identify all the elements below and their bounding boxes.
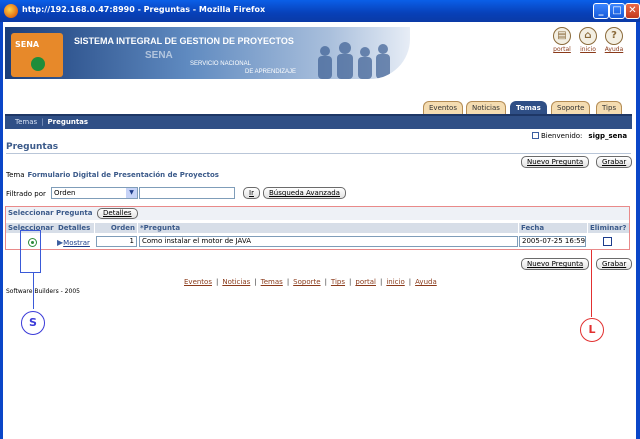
banner-sena-watermark: SENA — [145, 50, 173, 61]
save-button-bottom[interactable]: Grabar — [596, 258, 633, 270]
banner-subtitle-1: SERVICIO NACIONAL — [190, 61, 251, 67]
portal-icon: ▤ — [553, 27, 571, 45]
inicio-icon-link[interactable]: ⌂ inicio — [577, 27, 599, 53]
ayuda-link-label: Ayuda — [604, 46, 624, 53]
window-title: http://192.168.0.47:8990 - Preguntas - M… — [22, 5, 266, 14]
footer-separator: | — [408, 278, 412, 286]
footer-link-ayuda[interactable]: Ayuda — [415, 278, 437, 286]
chevron-down-icon[interactable]: ▼ — [126, 188, 137, 198]
orden-input[interactable]: 1 — [96, 236, 137, 247]
footer-link-noticias[interactable]: Noticias — [222, 278, 250, 286]
user-icon — [532, 132, 539, 139]
column-header-fecha: Fecha — [519, 223, 587, 233]
pregunta-input[interactable]: Como instalar el motor de JAVA — [139, 236, 518, 247]
save-button-bottom-label: Grabar — [602, 260, 627, 268]
table-section-label: Seleccionar Pregunta — [8, 209, 93, 217]
tema-label: Tema — [6, 171, 25, 179]
breadcrumb: Temas | Preguntas — [5, 114, 632, 129]
footer-link-soporte[interactable]: Soporte — [293, 278, 320, 286]
filter-input[interactable] — [139, 187, 235, 199]
people-silhouette-graphic — [318, 42, 390, 79]
page-title: Preguntas — [6, 142, 59, 152]
portal-icon-link[interactable]: ▤ portal — [551, 27, 573, 53]
new-question-button-top[interactable]: Nuevo Pregunta — [521, 156, 590, 168]
home-icon: ⌂ — [579, 27, 597, 45]
fecha-input[interactable]: 2005-07-25 16:59: — [519, 236, 586, 247]
annotation-l-connector — [591, 250, 592, 317]
footer-separator: | — [349, 278, 352, 286]
minimize-button[interactable]: _ — [593, 3, 609, 19]
portal-link-label: portal — [553, 46, 571, 53]
logo-figure-icon — [31, 57, 45, 71]
new-question-button-bottom[interactable]: Nuevo Pregunta — [521, 258, 590, 270]
footer-separator: | — [215, 278, 219, 286]
tab-eventos[interactable]: Eventos — [423, 101, 463, 114]
footer-separator: | — [379, 278, 383, 286]
delete-checkbox[interactable] — [603, 237, 612, 246]
filter-select-value: Orden — [54, 189, 76, 197]
annotation-s-connector — [33, 273, 34, 309]
go-button-label: Ir — [249, 189, 254, 197]
annotation-s-box — [20, 230, 41, 273]
ayuda-icon-link[interactable]: ? Ayuda — [603, 27, 625, 53]
help-icon: ? — [605, 27, 623, 45]
logo-text: SENA — [15, 40, 40, 49]
advanced-search-button-label: Búsqueda Avanzada — [269, 189, 340, 197]
footer-separator: | — [324, 278, 327, 286]
save-button-top[interactable]: Grabar — [596, 156, 633, 168]
window-title-bar: http://192.168.0.47:8990 - Preguntas - M… — [0, 0, 640, 22]
tab-soporte[interactable]: Soporte — [551, 101, 591, 114]
advanced-search-button[interactable]: Búsqueda Avanzada — [263, 187, 346, 199]
system-title: SISTEMA INTEGRAL DE GESTION DE PROYECTOS — [74, 36, 294, 46]
footer-link-eventos[interactable]: Eventos — [184, 278, 212, 286]
annotation-l-label: L — [580, 318, 604, 342]
footer-separator: | — [286, 278, 290, 286]
column-header-eliminar: Eliminar? — [588, 223, 629, 233]
show-details-link[interactable]: ▶Mostrar — [57, 238, 90, 247]
footer-link-inicio[interactable]: inicio — [386, 278, 404, 286]
breadcrumb-separator: | — [41, 118, 44, 126]
inicio-link-label: inicio — [580, 46, 596, 53]
welcome-message: Bienvenido: sigp_sena — [532, 132, 627, 140]
details-button[interactable]: Detalles — [97, 208, 138, 219]
breadcrumb-current: Preguntas — [47, 118, 89, 126]
window-frame-left — [0, 22, 3, 439]
welcome-label: Bienvenido: — [541, 132, 583, 140]
header-banner: SENA SISTEMA INTEGRAL DE GESTION DE PROY… — [5, 27, 410, 79]
go-button[interactable]: Ir — [243, 187, 260, 199]
firefox-icon — [4, 4, 18, 18]
title-divider — [6, 153, 631, 154]
footer-link-portal[interactable]: portal — [355, 278, 376, 286]
tema-row: Tema Formulario Digital de Presentación d… — [6, 171, 219, 179]
breadcrumb-temas-link[interactable]: Temas — [15, 118, 37, 126]
details-button-label: Detalles — [103, 209, 132, 217]
maximize-button[interactable]: □ — [609, 3, 625, 19]
column-header-pregunta: *Pregunta — [138, 223, 518, 233]
tab-temas[interactable]: Temas — [510, 101, 547, 114]
footer-separator: | — [254, 278, 257, 286]
credits-text: Software Builders - 2005 — [6, 288, 80, 295]
annotation-s-label: S — [21, 311, 45, 335]
show-details-link-label: Mostrar — [63, 239, 90, 247]
footer-link-temas[interactable]: Temas — [261, 278, 283, 286]
footer-link-tips[interactable]: Tips — [331, 278, 345, 286]
sena-logo: SENA — [11, 33, 63, 77]
tema-value: Formulario Digital de Presentación de Pr… — [27, 171, 219, 179]
banner-subtitle-2: DE APRENDIZAJE — [245, 69, 297, 75]
column-header-orden: Orden — [95, 223, 137, 233]
new-question-button-bottom-label: Nuevo Pregunta — [527, 260, 584, 268]
username: sigp_sena — [588, 132, 628, 140]
footer-links: Eventos | Noticias | Temas | Soporte | Tips | port… — [184, 278, 437, 286]
page-content: SENA SISTEMA INTEGRAL DE GESTION DE PROY… — [0, 22, 636, 439]
filter-label: Filtrado por — [6, 190, 46, 198]
window-frame-right — [636, 22, 640, 439]
save-button-top-label: Grabar — [602, 158, 627, 166]
tab-noticias[interactable]: Noticias — [466, 101, 506, 114]
close-button[interactable]: ✕ — [625, 3, 640, 19]
column-header-detalles: Detalles — [56, 223, 94, 233]
new-question-button-top-label: Nuevo Pregunta — [527, 158, 584, 166]
filter-select[interactable]: Orden ▼ — [51, 187, 138, 199]
tab-tips[interactable]: Tips — [596, 101, 623, 114]
